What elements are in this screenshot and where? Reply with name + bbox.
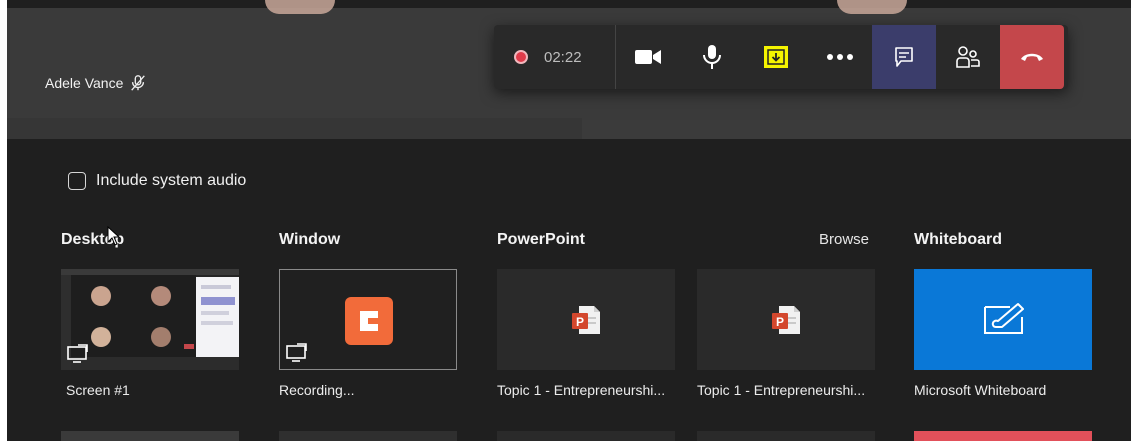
chat-button[interactable] <box>872 25 936 89</box>
window-share-icon <box>286 343 307 362</box>
svg-text:P: P <box>576 315 584 329</box>
record-icon <box>514 50 528 64</box>
video-tile-bottom-left <box>7 118 582 139</box>
microphone-button[interactable] <box>680 25 744 89</box>
next-row-thumbnail-3[interactable] <box>497 431 675 441</box>
mouse-cursor-icon <box>107 226 121 246</box>
next-row-thumbnail-1[interactable] <box>61 431 239 441</box>
recording-indicator: 02:22 <box>494 25 616 89</box>
powerpoint-file-icon: P <box>772 306 800 334</box>
video-tile-bottom-right <box>582 120 1131 139</box>
participant-video-top-right <box>837 0 907 14</box>
desktop-screen-thumbnail[interactable] <box>61 269 239 370</box>
caption-powerpoint-1: Topic 1 - Entrepreneurshi... <box>497 382 666 398</box>
hang-up-button[interactable] <box>1000 25 1064 89</box>
caption-powerpoint-2: Topic 1 - Entrepreneurshi... <box>697 382 866 398</box>
camtasia-app-icon <box>345 297 393 345</box>
whiteboard-thumbnail[interactable] <box>914 269 1092 370</box>
whiteboard-icon <box>984 303 1024 334</box>
call-timer: 02:22 <box>544 48 582 66</box>
caption-recording-window: Recording... <box>279 382 355 398</box>
window-thumbnail-recording[interactable] <box>279 269 457 370</box>
participant-video-top-left <box>265 0 335 14</box>
camera-icon <box>635 50 661 64</box>
include-system-audio[interactable]: Include system audio <box>68 172 246 190</box>
next-row-thumbnail-2[interactable] <box>279 431 457 441</box>
powerpoint-file-icon: P <box>572 306 600 334</box>
teams-meeting-window: Adele Vance 02:22 Include system audio D… <box>7 0 1131 441</box>
participants-icon <box>956 46 980 68</box>
section-window: Window <box>279 231 341 248</box>
include-audio-checkbox[interactable] <box>68 172 86 190</box>
participant-label: Adele Vance <box>45 74 147 92</box>
next-row-thumbnail-4[interactable] <box>697 431 875 441</box>
powerpoint-file-thumbnail-2[interactable]: P <box>697 269 875 370</box>
caption-whiteboard: Microsoft Whiteboard <box>914 382 1047 398</box>
monitor-share-icon <box>67 344 88 363</box>
participants-button[interactable] <box>936 25 1000 89</box>
call-toolbar: 02:22 <box>494 25 1068 89</box>
hang-up-icon <box>1021 53 1043 61</box>
caption-screen-1: Screen #1 <box>66 382 130 398</box>
next-row-thumbnail-5[interactable] <box>914 431 1092 441</box>
participant-name: Adele Vance <box>45 75 124 91</box>
share-tray-button[interactable] <box>744 25 808 89</box>
share-tray: Include system audio Desktop Window Powe… <box>7 139 1131 441</box>
more-options-icon <box>827 54 853 60</box>
svg-text:P: P <box>776 315 784 329</box>
share-tray-icon <box>764 46 788 68</box>
microphone-icon <box>703 45 721 69</box>
powerpoint-file-thumbnail-1[interactable]: P <box>497 269 675 370</box>
camera-button[interactable] <box>616 25 680 89</box>
section-whiteboard: Whiteboard <box>914 231 1002 248</box>
section-powerpoint: PowerPoint <box>497 231 586 248</box>
browse-link[interactable]: Browse <box>819 231 869 248</box>
include-audio-label: Include system audio <box>96 172 247 189</box>
mic-muted-icon <box>131 75 146 91</box>
more-options-button[interactable] <box>808 25 872 89</box>
chat-icon <box>895 47 913 67</box>
